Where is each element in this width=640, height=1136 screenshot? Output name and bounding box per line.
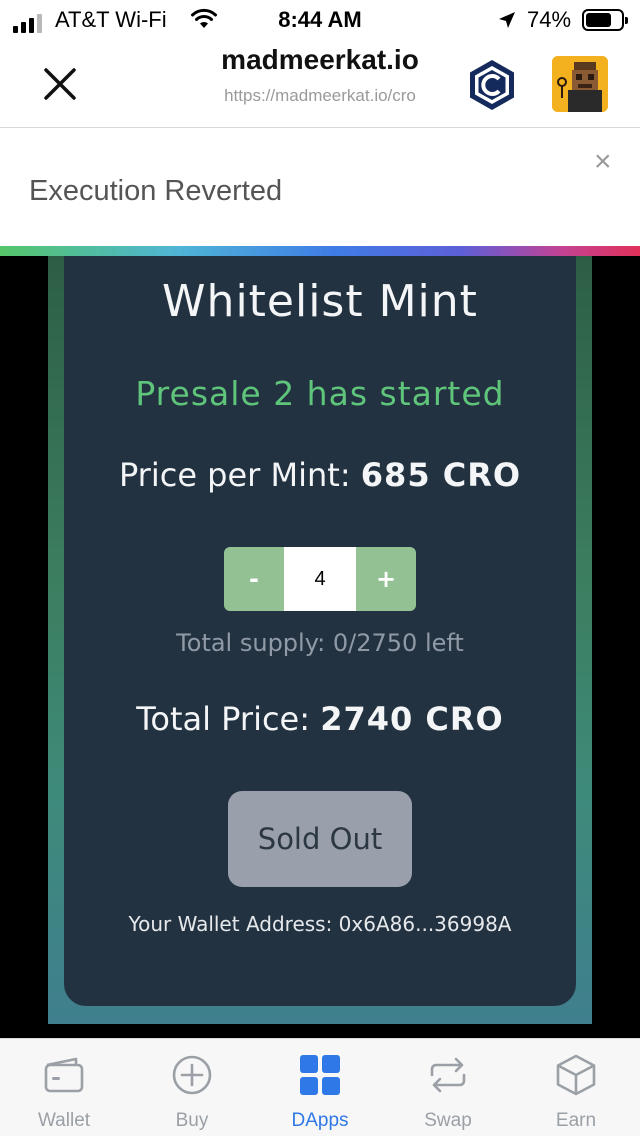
tab-buy[interactable]: Buy [128, 1039, 256, 1136]
total-label: Total Price: [136, 700, 311, 738]
tab-bar: Wallet Buy DApps Swap Earn [0, 1038, 640, 1136]
decrement-button[interactable]: - [224, 547, 284, 611]
tab-swap[interactable]: Swap [384, 1039, 512, 1136]
price-label: Price per Mint: [118, 456, 351, 494]
wallet-address: Your Wallet Address: 0x6A86...36998A [128, 912, 512, 936]
grid-icon [300, 1055, 340, 1095]
toast-progress-bar [0, 246, 640, 256]
quantity-input[interactable]: 4 [284, 547, 356, 611]
cronos-logo-icon[interactable] [466, 58, 518, 112]
toast-close-icon[interactable]: × [594, 147, 612, 177]
tab-label: Swap [424, 1110, 472, 1131]
plus-circle-icon [172, 1055, 212, 1095]
sold-out-button[interactable]: Sold Out [228, 791, 412, 887]
tab-label: DApps [291, 1110, 349, 1131]
battery-percentage: 74% [527, 7, 572, 32]
meerkat-avatar-icon[interactable] [552, 56, 608, 112]
mint-card: Whitelist Mint Presale 2 has started Pri… [64, 256, 576, 1006]
dapp-content: Whitelist Mint Presale 2 has started Pri… [0, 256, 640, 1038]
total-price: Total Price: 2740 CRO [64, 700, 576, 738]
close-icon[interactable] [38, 62, 82, 106]
price-value: 685 CRO [360, 456, 522, 494]
tab-label: Buy [175, 1110, 209, 1131]
error-toast: Execution Reverted × [0, 129, 640, 247]
site-url[interactable]: https://madmeerkat.io/cro [192, 86, 448, 106]
battery-icon [582, 9, 628, 31]
price-per-mint: Price per Mint: 685 CRO [64, 456, 576, 494]
status-bar: AT&T Wi-Fi 8:44 AM 74% [0, 0, 640, 40]
toast-message: Execution Reverted [29, 175, 283, 207]
site-title: madmeerkat.io [221, 44, 419, 75]
wallet-icon [44, 1057, 84, 1093]
tab-label: Earn [555, 1110, 597, 1131]
presale-status: Presale 2 has started [135, 374, 505, 413]
tab-earn[interactable]: Earn [512, 1039, 640, 1136]
increment-button[interactable]: + [356, 547, 416, 611]
mint-title: Whitelist Mint [162, 276, 478, 327]
quantity-stepper: - 4 + [224, 547, 416, 611]
cube-icon [556, 1054, 596, 1096]
total-value: 2740 CRO [320, 700, 504, 738]
total-supply: Total supply: 0/2750 left [176, 629, 464, 657]
tab-label: Wallet [37, 1110, 91, 1131]
browser-header: madmeerkat.io https://madmeerkat.io/cro [0, 40, 640, 128]
tab-wallet[interactable]: Wallet [0, 1039, 128, 1136]
tab-dapps[interactable]: DApps [256, 1039, 384, 1136]
swap-icon [430, 1057, 466, 1093]
location-arrow-icon [499, 12, 515, 28]
